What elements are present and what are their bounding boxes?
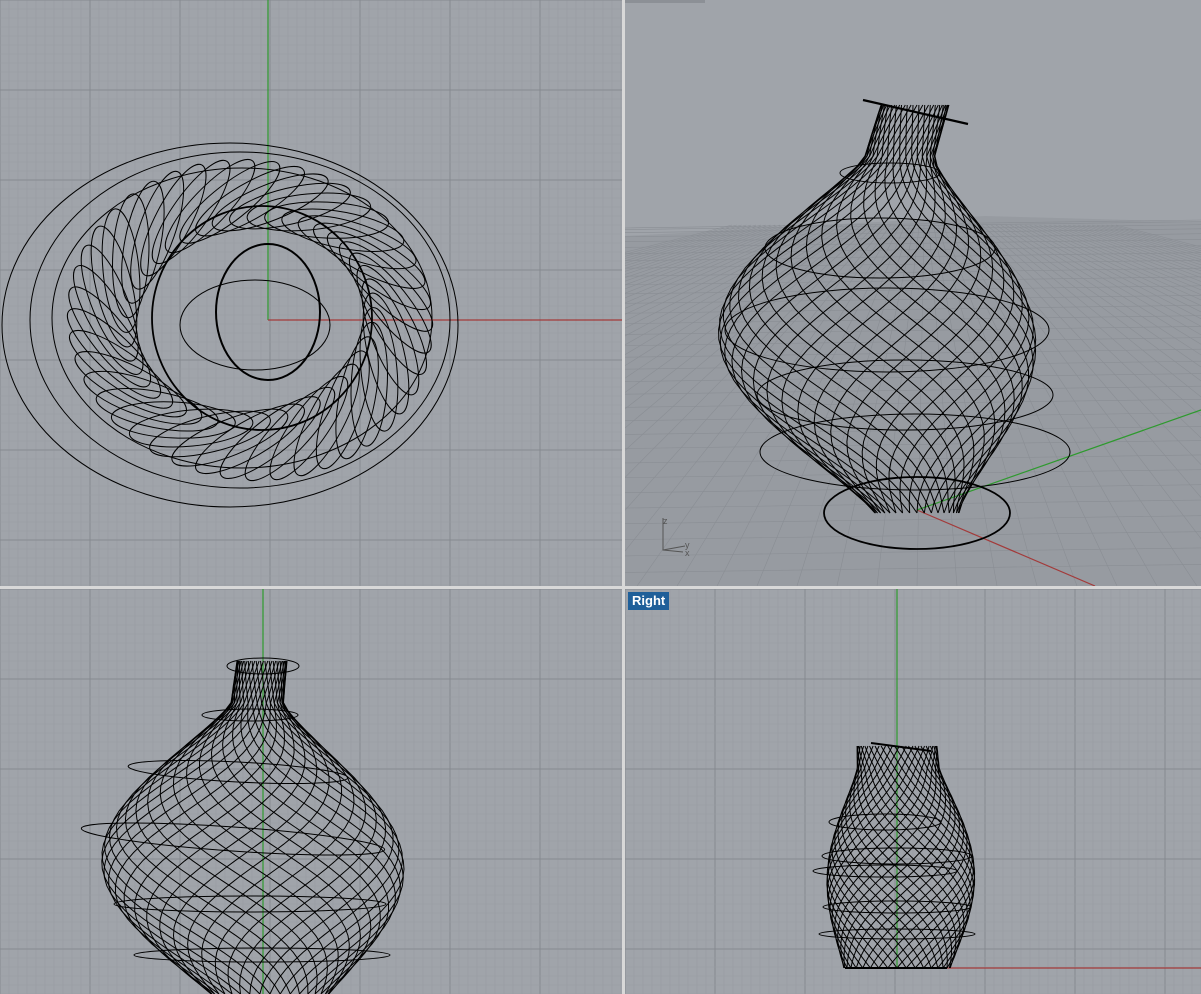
ground-plane [625,216,1201,586]
axis-icon-x: x [685,548,690,558]
vase-wireframe-right [812,742,976,969]
viewport-top[interactable] [0,0,622,586]
vase-wireframe-front [80,657,405,994]
torus-wireframe [1,142,459,508]
viewport-right[interactable]: Right [625,589,1201,994]
vase-ribs [826,745,976,969]
torus-loops [66,158,434,482]
viewport-front[interactable] [0,589,622,994]
viewport-perspective[interactable]: z y x [625,0,1201,586]
grid [0,0,622,586]
perspective-view-canvas: z y x [625,98,1201,586]
front-view-canvas [0,589,622,994]
viewport-label-right[interactable]: Right [628,592,670,610]
vase-ribs [101,660,405,994]
right-view-canvas [625,589,1201,994]
axis-icon-z: z [663,516,668,526]
top-view-canvas [0,0,622,586]
